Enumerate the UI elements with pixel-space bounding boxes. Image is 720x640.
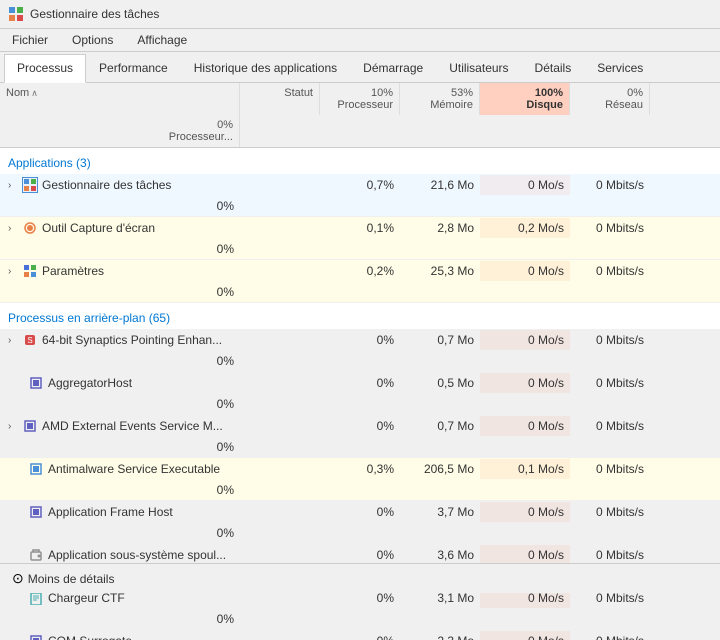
tab-performance[interactable]: Performance — [86, 54, 181, 82]
expand-icon[interactable]: › — [8, 266, 18, 277]
process-mem-1: 2,8 Mo — [400, 218, 480, 238]
process-name-antimalware: Antimalware Service Executable — [0, 458, 240, 480]
table-row[interactable]: Chargeur CTF 0% 3,1 Mo 0 Mo/s 0 Mbits/s … — [0, 587, 720, 630]
process-name-settings: › Paramètres — [0, 260, 240, 282]
process-icon-antimalware — [28, 461, 44, 477]
process-cpu-1: 0,1% — [320, 218, 400, 238]
title-bar: Gestionnaire des tâches — [0, 0, 720, 29]
process-icon-com — [28, 633, 44, 640]
process-proc-1: 0% — [0, 239, 240, 259]
process-icon-amd — [22, 418, 38, 434]
expand-icon[interactable]: › — [8, 335, 18, 346]
process-name-synaptics: › S 64-bit Synaptics Pointing Enhan... — [0, 329, 240, 351]
expand-icon[interactable]: › — [8, 421, 18, 432]
table-row[interactable]: › S 64-bit Synaptics Pointing Enhan... 0… — [0, 329, 720, 372]
col-disk-pct: 100% — [535, 87, 563, 99]
process-name-screen-capture: › Outil Capture d'écran — [0, 217, 240, 239]
tab-processus[interactable]: Processus — [4, 54, 86, 83]
col-statut-label: Statut — [284, 87, 313, 99]
col-cpu-pct: 10% — [371, 87, 393, 99]
process-name-com: COM Surrogate — [0, 630, 240, 640]
process-mem-0: 21,6 Mo — [400, 175, 480, 195]
tab-historique[interactable]: Historique des applications — [181, 54, 350, 82]
process-name-amd: › AMD External Events Service M... — [0, 415, 240, 437]
table-row[interactable]: AggregatorHost 0% 0,5 Mo 0 Mo/s 0 Mbits/… — [0, 372, 720, 415]
bottom-bar[interactable]: ⊙ Moins de détails — [0, 563, 720, 593]
svg-text:S: S — [27, 336, 32, 345]
menu-fichier[interactable]: Fichier — [8, 31, 52, 49]
process-icon-app-frame — [28, 504, 44, 520]
menu-options[interactable]: Options — [68, 31, 117, 49]
process-cpu-2: 0,2% — [320, 261, 400, 281]
process-statut-1 — [240, 225, 320, 231]
menu-bar: Fichier Options Affichage — [0, 29, 720, 52]
process-name-task-manager: › Gestionnaire des tâches — [0, 174, 240, 196]
col-cpu[interactable]: 10% Processeur — [320, 83, 400, 115]
process-proc-0: 0% — [0, 196, 240, 216]
col-mem-label: Mémoire — [430, 99, 473, 111]
process-name-app-frame: Application Frame Host — [0, 501, 240, 523]
process-icon-screen-capture — [22, 220, 38, 236]
process-net-0: 0 Mbits/s — [570, 175, 650, 195]
moins-details-icon: ⊙ — [12, 570, 24, 587]
section-background: Processus en arrière-plan (65) — [0, 303, 720, 329]
tab-details[interactable]: Détails — [522, 54, 585, 82]
process-proc-2: 0% — [0, 282, 240, 302]
col-statut[interactable]: Statut — [240, 83, 320, 115]
col-network[interactable]: 0% Réseau — [570, 83, 650, 115]
section-applications: Applications (3) — [0, 148, 720, 174]
col-disk-label: Disque — [526, 99, 563, 111]
sort-arrow-name: ∧ — [31, 88, 38, 99]
menu-affichage[interactable]: Affichage — [133, 31, 191, 49]
col-net-label: Réseau — [605, 99, 643, 111]
process-icon-task-manager — [22, 177, 38, 193]
table-row[interactable]: › AMD External Events Service M... 0% 0,… — [0, 415, 720, 458]
tab-services[interactable]: Services — [584, 54, 656, 82]
column-headers: Nom ∧ Statut 10% Processeur 53% Mémoire … — [0, 83, 720, 148]
col-proc-label: Processeur... — [169, 131, 233, 143]
process-icon-aggregator — [28, 375, 44, 391]
process-disk-0: 0 Mo/s — [480, 175, 570, 195]
tab-demarrage[interactable]: Démarrage — [350, 54, 436, 82]
col-disk[interactable]: 100% Disque — [480, 83, 570, 115]
table-row[interactable]: › Gestionnaire des tâches 0,7% 21,6 Mo 0… — [0, 174, 720, 217]
main-content: Nom ∧ Statut 10% Processeur 53% Mémoire … — [0, 83, 720, 640]
table-row[interactable]: › Outil Capture d'écran 0,1% 2,8 Mo 0,2 … — [0, 217, 720, 260]
window-title: Gestionnaire des tâches — [30, 7, 159, 21]
col-name-label: Nom — [6, 87, 29, 99]
col-proc[interactable]: 0% Processeur... — [0, 115, 240, 147]
process-cpu-0: 0,7% — [320, 175, 400, 195]
col-memory[interactable]: 53% Mémoire — [400, 83, 480, 115]
table-row[interactable]: Application Frame Host 0% 3,7 Mo 0 Mo/s … — [0, 501, 720, 544]
process-disk-1: 0,2 Mo/s — [480, 218, 570, 238]
process-statut-0 — [240, 182, 320, 188]
process-icon-synaptics: S — [22, 332, 38, 348]
process-icon-spooler — [28, 547, 44, 563]
process-icon-settings — [22, 263, 38, 279]
table-row[interactable]: › Paramètres 0,2% 25,3 Mo 0 Mo/s 0 Mbits… — [0, 260, 720, 303]
col-cpu-label: Processeur — [337, 99, 393, 111]
col-mem-pct: 53% — [451, 87, 473, 99]
table-row[interactable]: Antimalware Service Executable 0,3% 206,… — [0, 458, 720, 501]
process-disk-2: 0 Mo/s — [480, 261, 570, 281]
tab-bar: Processus Performance Historique des app… — [0, 52, 720, 83]
col-name[interactable]: Nom ∧ — [0, 83, 240, 115]
process-net-1: 0 Mbits/s — [570, 218, 650, 238]
table-row[interactable]: COM Surrogate 0% 2,3 Mo 0 Mo/s 0 Mbits/s… — [0, 630, 720, 640]
process-statut-2 — [240, 268, 320, 274]
process-mem-2: 25,3 Mo — [400, 261, 480, 281]
col-proc-pct: 0% — [217, 119, 233, 131]
expand-icon[interactable]: › — [8, 180, 18, 191]
tab-utilisateurs[interactable]: Utilisateurs — [436, 54, 521, 82]
app-icon — [8, 6, 24, 22]
process-name-aggregator: AggregatorHost — [0, 372, 240, 394]
col-net-pct: 0% — [627, 87, 643, 99]
moins-details-label: Moins de détails — [28, 572, 115, 586]
expand-icon[interactable]: › — [8, 223, 18, 234]
process-net-2: 0 Mbits/s — [570, 261, 650, 281]
